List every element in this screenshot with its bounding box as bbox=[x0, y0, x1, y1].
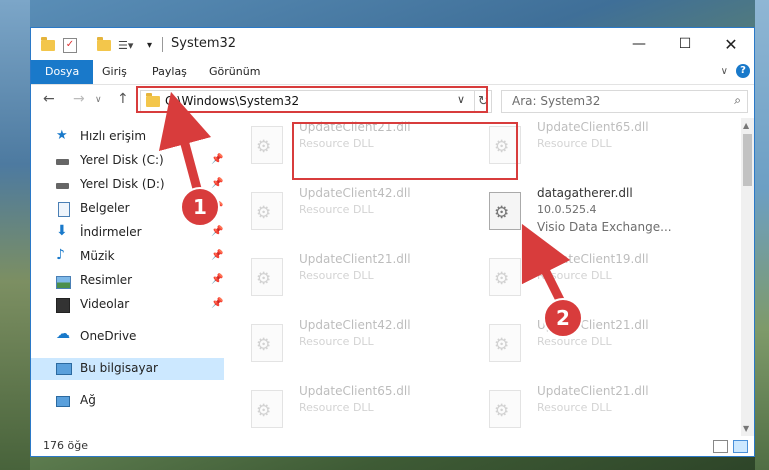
dll-file-icon bbox=[251, 258, 283, 296]
address-highlight-box bbox=[136, 86, 488, 113]
sidebar-item-music[interactable]: ♪ Müzik 📌 bbox=[31, 246, 226, 268]
tab-dosya[interactable]: Dosya bbox=[31, 60, 94, 84]
sidebar-item-network[interactable]: Ağ bbox=[31, 390, 226, 412]
window-title: System32 bbox=[171, 36, 237, 51]
scroll-down-icon[interactable]: ▼ bbox=[743, 424, 749, 433]
pin-icon[interactable]: 📌 bbox=[211, 226, 223, 237]
desktop-background-right bbox=[755, 0, 769, 470]
customize-toolbar-icon[interactable]: ☰▾ bbox=[118, 37, 133, 53]
vertical-scrollbar[interactable]: ▲ ▼ bbox=[741, 118, 754, 436]
star-icon: ★ bbox=[56, 128, 68, 143]
callout-step-2: 2 bbox=[543, 298, 583, 338]
file-item-datagatherer[interactable]: datagatherer.dll 10.0.525.4 Visio Data E… bbox=[465, 184, 685, 234]
new-folder-icon[interactable] bbox=[97, 36, 111, 53]
title-separator bbox=[162, 37, 163, 52]
callout-step-1: 1 bbox=[180, 187, 220, 227]
file-item[interactable]: UpdateClient42.dll Resource DLL bbox=[227, 184, 447, 234]
pin-icon[interactable]: 📌 bbox=[211, 274, 223, 285]
properties-icon[interactable]: ✓ bbox=[63, 37, 77, 53]
quick-access-dropdown-icon[interactable]: ▾ bbox=[147, 37, 152, 53]
window-folder-icon bbox=[41, 36, 55, 53]
drive-icon bbox=[56, 183, 69, 189]
search-placeholder: Ara: System32 bbox=[512, 94, 601, 108]
up-arrow-icon[interactable]: ↑ bbox=[117, 91, 129, 107]
scroll-thumb[interactable] bbox=[743, 134, 752, 186]
computer-icon bbox=[56, 363, 72, 375]
pin-icon[interactable]: 📌 bbox=[211, 298, 223, 309]
search-icon[interactable]: ⌕ bbox=[734, 93, 741, 108]
tab-giris[interactable]: Giriş bbox=[102, 60, 127, 84]
tab-gorunum[interactable]: Görünüm bbox=[209, 60, 260, 84]
dll-file-icon bbox=[489, 192, 521, 230]
dll-file-icon bbox=[251, 390, 283, 428]
file-highlight-box bbox=[292, 122, 518, 180]
ribbon: Dosya Giriş Paylaş Görünüm ∨ ? bbox=[31, 60, 754, 85]
tab-paylas[interactable]: Paylaş bbox=[152, 60, 187, 84]
sidebar-item-this-pc[interactable]: Bu bilgisayar bbox=[31, 358, 224, 380]
sidebar-item-onedrive[interactable]: ☁ OneDrive bbox=[31, 326, 226, 348]
file-item[interactable]: UpdateClient65.dll Resource DLL bbox=[227, 382, 447, 432]
sidebar-item-videos[interactable]: Videolar 📌 bbox=[31, 294, 226, 316]
pictures-icon bbox=[56, 276, 71, 289]
dll-file-icon bbox=[489, 324, 521, 362]
sidebar-item-pictures[interactable]: Resimler 📌 bbox=[31, 270, 226, 292]
dll-file-icon bbox=[251, 324, 283, 362]
details-view-icon[interactable] bbox=[713, 440, 728, 453]
sidebar-item-quick-access[interactable]: ★ Hızlı erişim bbox=[31, 126, 226, 148]
file-item[interactable]: UpdateClient21.dll Resource DLL bbox=[465, 382, 685, 432]
search-input[interactable]: Ara: System32 ⌕ bbox=[501, 90, 748, 113]
large-icons-view-icon[interactable] bbox=[733, 440, 748, 453]
network-icon bbox=[56, 396, 70, 407]
forward-arrow-icon[interactable]: → bbox=[73, 91, 85, 107]
download-arrow-icon: ⬇ bbox=[56, 223, 68, 239]
expand-ribbon-icon[interactable]: ∨ bbox=[721, 66, 728, 77]
music-note-icon: ♪ bbox=[56, 247, 65, 263]
sidebar-item-local-disk-c[interactable]: Yerel Disk (C:) 📌 bbox=[31, 150, 226, 172]
navigation-pane: ★ Hızlı erişim Yerel Disk (C:) 📌 Yerel D… bbox=[31, 118, 226, 436]
dll-file-icon bbox=[251, 192, 283, 230]
back-arrow-icon[interactable]: ← bbox=[43, 91, 55, 107]
cloud-icon: ☁ bbox=[56, 326, 70, 342]
pin-icon[interactable]: 📌 bbox=[211, 250, 223, 261]
explorer-window: ✓ ☰▾ ▾ System32 — ☐ ✕ Dosya Giriş Paylaş… bbox=[30, 27, 755, 457]
pin-icon[interactable]: 📌 bbox=[211, 178, 223, 189]
document-icon bbox=[58, 202, 70, 217]
desktop-background-left bbox=[0, 0, 30, 470]
drive-icon bbox=[56, 159, 69, 165]
file-item[interactable]: UpdateClient42.dll Resource DLL bbox=[227, 316, 447, 366]
recent-locations-icon[interactable]: ∨ bbox=[95, 95, 102, 105]
film-icon bbox=[56, 298, 70, 313]
maximize-button[interactable]: ☐ bbox=[662, 28, 708, 60]
status-bar: 176 öğe bbox=[31, 436, 754, 456]
file-item[interactable]: UpdateClient19.dll Resource DLL bbox=[465, 250, 685, 300]
minimize-button[interactable]: — bbox=[616, 28, 662, 60]
dll-file-icon bbox=[251, 126, 283, 164]
scroll-up-icon[interactable]: ▲ bbox=[743, 121, 749, 130]
close-button[interactable]: ✕ bbox=[708, 28, 754, 60]
file-item[interactable]: UpdateClient21.dll Resource DLL bbox=[227, 250, 447, 300]
item-count: 176 öğe bbox=[43, 439, 88, 452]
title-bar: ✓ ☰▾ ▾ System32 — ☐ ✕ bbox=[31, 28, 754, 60]
dll-file-icon bbox=[489, 258, 521, 296]
pin-icon[interactable]: 📌 bbox=[211, 154, 223, 165]
dll-file-icon bbox=[489, 390, 521, 428]
help-icon[interactable]: ? bbox=[736, 64, 750, 78]
address-row: ← → ∨ ↑ C:\Windows\System32 ∨ ↻ Ara: Sys… bbox=[31, 85, 754, 117]
